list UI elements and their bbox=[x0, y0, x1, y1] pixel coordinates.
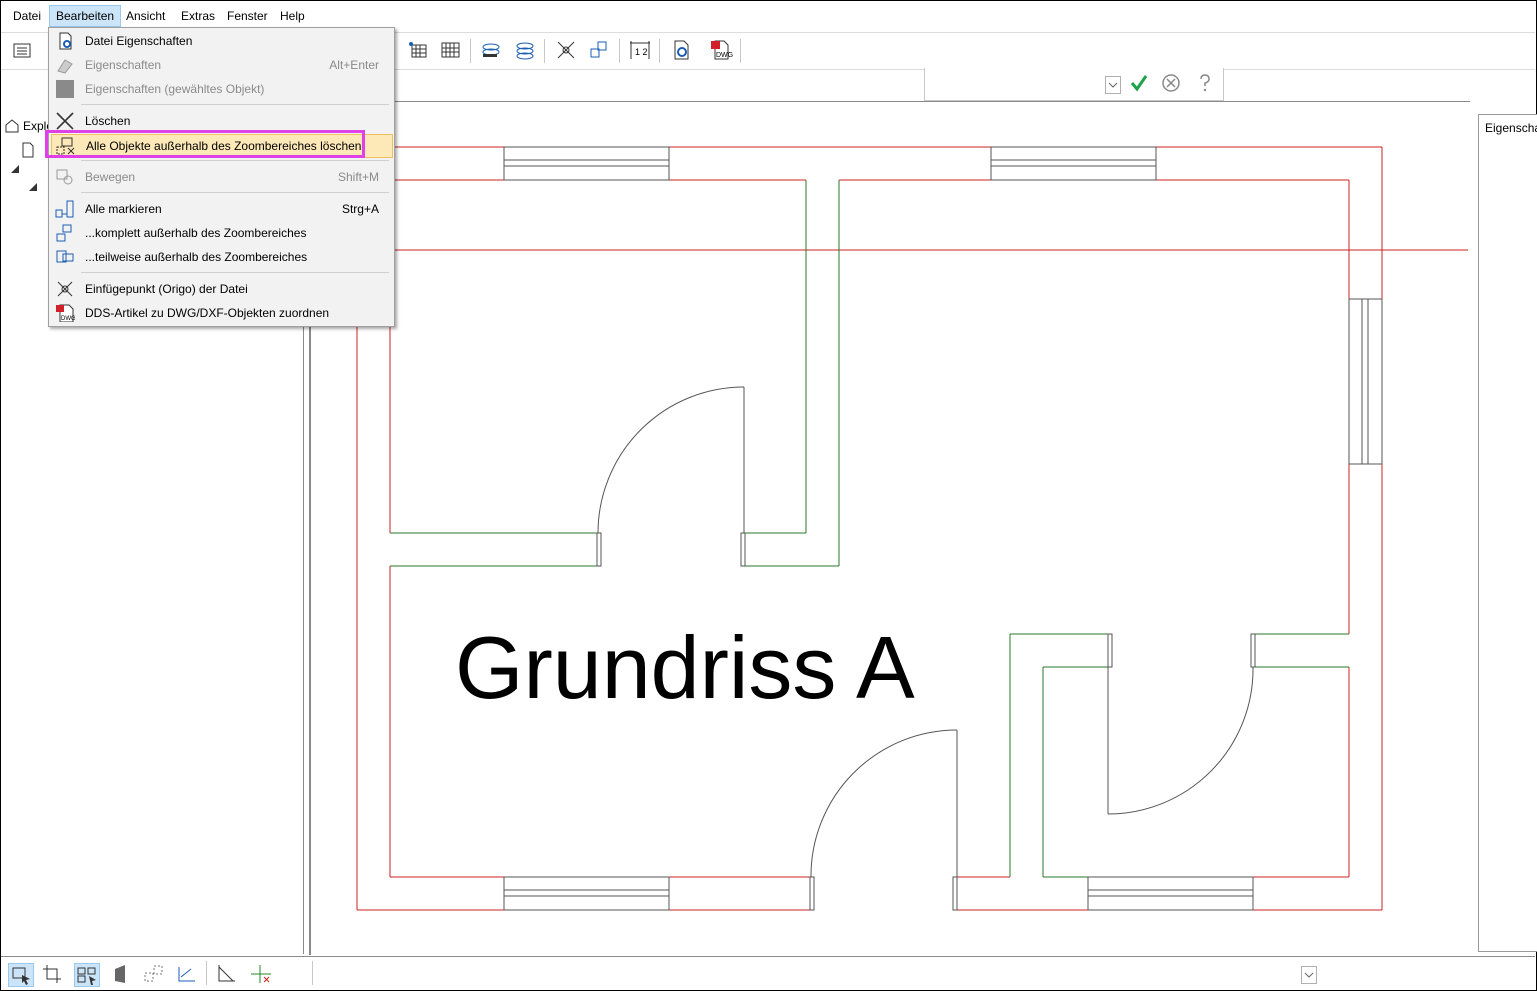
menu-item-einfuegepunkt[interactable]: Einfügepunkt (Origo) der Datei bbox=[51, 278, 391, 300]
tree-expand-icon[interactable] bbox=[11, 162, 19, 173]
layer-settings-icon[interactable] bbox=[513, 39, 537, 61]
angle-tool-icon[interactable] bbox=[215, 963, 239, 985]
properties-tab[interactable]: Eigenscha bbox=[1485, 121, 1537, 135]
menu-help[interactable]: Help bbox=[274, 6, 311, 26]
menu-extras[interactable]: Extras bbox=[175, 6, 221, 26]
confirm-check-icon[interactable] bbox=[1129, 73, 1149, 93]
dwg-assign-icon: DWG bbox=[55, 304, 76, 323]
menu-item-eigenschaften-objekt[interactable]: Eigenschaften (gewähltes Objekt) bbox=[51, 78, 391, 100]
file-settings-icon[interactable] bbox=[670, 39, 694, 61]
axis-tool-icon[interactable] bbox=[175, 963, 199, 985]
status-toolbar bbox=[1, 956, 1535, 990]
menu-item-teilweise-ausserhalb[interactable]: ...teilweise außerhalb des Zoombereiches bbox=[51, 246, 391, 268]
move-icon bbox=[55, 168, 75, 186]
floor-plan-drawing bbox=[311, 146, 1468, 911]
transform-icon[interactable] bbox=[587, 39, 611, 61]
layer-icon[interactable] bbox=[479, 39, 503, 61]
explorer-toggle-icon[interactable] bbox=[11, 39, 35, 61]
cancel-icon[interactable] bbox=[1161, 73, 1181, 93]
svg-text:1 2: 1 2 bbox=[635, 47, 648, 57]
menu-item-dds-artikel[interactable]: DWG DDS-Artikel zu DWG/DXF-Objekten zuor… bbox=[51, 302, 391, 324]
svg-text:DWG: DWG bbox=[61, 316, 75, 322]
file-node-icon[interactable] bbox=[21, 142, 35, 158]
svg-text:DWG: DWG bbox=[716, 52, 733, 59]
file-properties-icon bbox=[55, 32, 75, 50]
menu-bearbeiten[interactable]: Bearbeiten bbox=[49, 5, 122, 27]
bearbeiten-dropdown-menu: Datei Eigenschaften Eigenschaften Alt+En… bbox=[48, 27, 395, 327]
menu-item-alle-markieren[interactable]: Alle markieren Strg+A bbox=[51, 198, 391, 220]
select-all-icon bbox=[55, 200, 75, 218]
select-outside-complete-icon bbox=[55, 224, 75, 242]
menu-datei[interactable]: Datei bbox=[7, 6, 47, 26]
origin-icon[interactable] bbox=[554, 39, 578, 61]
grid-icon[interactable] bbox=[439, 39, 463, 61]
menu-item-datei-eigenschaften[interactable]: Datei Eigenschaften bbox=[51, 30, 391, 52]
snap-points-icon[interactable] bbox=[142, 963, 166, 985]
help-question-icon[interactable] bbox=[1195, 73, 1215, 93]
properties-panel: Eigenscha bbox=[1478, 114, 1537, 952]
grid-snap-icon[interactable] bbox=[406, 39, 430, 61]
menu-item-bewegen[interactable]: Bewegen Shift+M bbox=[51, 166, 391, 188]
menu-item-komplett-ausserhalb[interactable]: ...komplett außerhalb des Zoombereiches bbox=[51, 222, 391, 244]
tree-expand-icon-2[interactable] bbox=[29, 180, 37, 191]
home-icon bbox=[4, 118, 20, 134]
window-select-icon[interactable] bbox=[74, 963, 100, 987]
status-dropdown[interactable] bbox=[1301, 966, 1317, 984]
wall-tool-icon[interactable] bbox=[109, 963, 133, 985]
menubar: Datei Bearbeiten Ansicht Extras Fenster … bbox=[1, 1, 1535, 29]
properties-icon bbox=[55, 56, 75, 74]
delete-x-icon bbox=[55, 112, 75, 130]
menu-ansicht[interactable]: Ansicht bbox=[120, 6, 171, 26]
select-tool-icon[interactable] bbox=[8, 963, 34, 987]
intersection-snap-icon[interactable] bbox=[249, 963, 273, 985]
highlight-annotation-box bbox=[45, 130, 365, 158]
menu-item-loeschen[interactable]: Löschen bbox=[51, 110, 391, 132]
object-properties-icon bbox=[55, 80, 75, 98]
command-input-bar bbox=[924, 68, 1224, 101]
menu-fenster[interactable]: Fenster bbox=[221, 6, 274, 26]
dimension-icon[interactable]: 1 2 bbox=[628, 39, 652, 61]
drawing-canvas[interactable]: Grundriss A bbox=[309, 101, 1470, 955]
drawing-title-text: Grundriss A bbox=[455, 618, 915, 717]
menu-item-eigenschaften[interactable]: Eigenschaften Alt+Enter bbox=[51, 54, 391, 76]
command-dropdown[interactable] bbox=[1105, 76, 1121, 94]
dwg-icon[interactable]: DWG bbox=[709, 39, 733, 61]
origin-point-icon bbox=[55, 280, 75, 298]
crop-tool-icon[interactable] bbox=[41, 963, 65, 985]
select-outside-partial-icon bbox=[55, 248, 75, 266]
